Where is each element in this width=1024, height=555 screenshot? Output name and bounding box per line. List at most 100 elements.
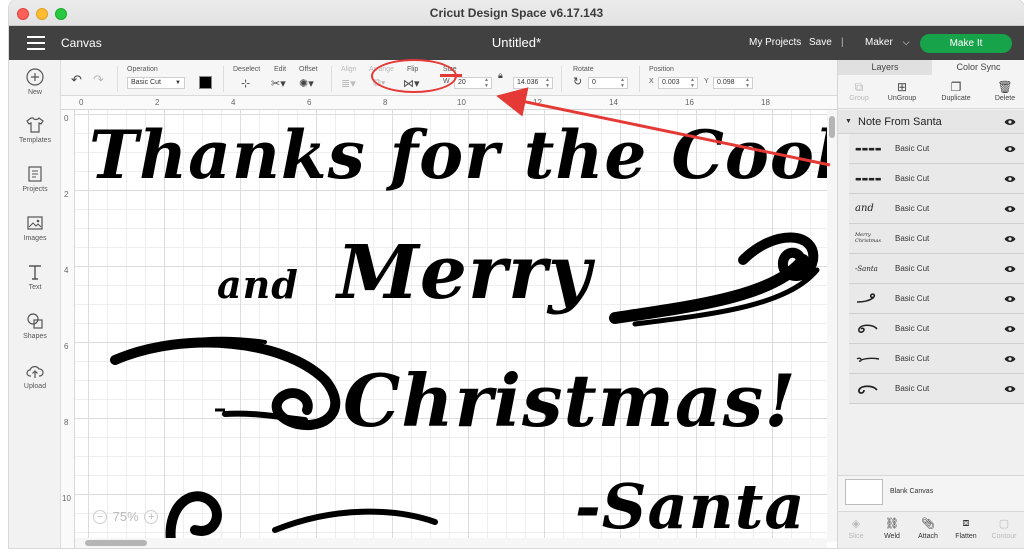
sidebar-item-shapes[interactable]: Shapes bbox=[9, 312, 61, 340]
layer-row[interactable]: and Basic Cut bbox=[849, 194, 1024, 224]
spinner-icon[interactable]: ▲ ▼ bbox=[545, 77, 550, 89]
position-x-input[interactable]: 0.003 ▲ ▼ bbox=[658, 77, 698, 89]
align-icon[interactable]: ≣▾ bbox=[341, 77, 356, 90]
zoom-in-button[interactable]: + bbox=[144, 509, 159, 524]
layer-thumbnail: -Santa bbox=[855, 265, 878, 273]
caret-down-icon[interactable]: ▼ bbox=[845, 118, 852, 125]
plus-circle-icon bbox=[26, 68, 44, 86]
spinner-icon[interactable]: ▲ ▼ bbox=[745, 77, 750, 89]
blank-canvas-row[interactable]: Blank Canvas bbox=[838, 475, 1024, 511]
eye-icon[interactable] bbox=[1004, 265, 1016, 273]
scrollbar-thumb[interactable] bbox=[829, 116, 835, 138]
zoom-out-button[interactable]: − bbox=[93, 509, 107, 524]
layer-row[interactable]: Basic Cut bbox=[849, 374, 1024, 404]
group-label: Group bbox=[849, 95, 869, 102]
sidebar-item-new[interactable]: New bbox=[9, 68, 61, 96]
color-swatch[interactable] bbox=[199, 76, 212, 89]
ungroup-button[interactable]: ⊞ UnGroup bbox=[882, 80, 922, 102]
height-value: 14.036 bbox=[517, 79, 539, 86]
vertical-scrollbar[interactable] bbox=[827, 110, 837, 542]
duplicate-button[interactable]: ❐ Duplicate bbox=[936, 80, 976, 102]
scrollbar-thumb[interactable] bbox=[85, 540, 147, 546]
width-input[interactable]: 20 ▲ ▼ bbox=[454, 77, 492, 89]
layer-row[interactable]: ▬▬▬▬▬ Basic Cut bbox=[849, 134, 1024, 164]
align-label: Align bbox=[341, 66, 357, 73]
eye-icon[interactable] bbox=[1004, 385, 1016, 393]
attach-button[interactable]: 📎︎ Attach bbox=[910, 517, 946, 540]
tab-color-sync[interactable]: Color Sync bbox=[932, 60, 1024, 75]
offset-icon[interactable]: ✺▾ bbox=[299, 77, 314, 90]
spinner-icon[interactable]: ▲ ▼ bbox=[484, 77, 489, 89]
layer-name: Basic Cut bbox=[895, 144, 930, 153]
edit-toolbar: ↶ ↷ Operation Basic Cut ▼ Deselect ⊹ Edi… bbox=[61, 60, 837, 96]
swirl-thumbnail-icon bbox=[856, 293, 876, 303]
ruler-mark: 12 bbox=[533, 98, 542, 107]
toolbar-divider bbox=[561, 66, 562, 92]
operation-label: Operation bbox=[127, 66, 158, 73]
undo-icon[interactable]: ↶ bbox=[71, 72, 82, 88]
design-canvas[interactable]: Thanks for the Cookies and Merry Christm… bbox=[75, 110, 827, 542]
machine-selector[interactable]: Maker ⌵ bbox=[865, 37, 910, 48]
position-label: Position bbox=[649, 66, 674, 73]
tab-layers[interactable]: Layers bbox=[838, 60, 932, 75]
height-input[interactable]: 14.036 ▲ ▼ bbox=[513, 77, 553, 89]
ruler-mark: 18 bbox=[761, 98, 770, 107]
sidebar-item-text[interactable]: Text bbox=[9, 263, 61, 291]
arrange-icon[interactable]: ⧉▾ bbox=[373, 77, 385, 90]
eye-icon[interactable] bbox=[1004, 118, 1016, 126]
make-it-button[interactable]: Make It bbox=[920, 34, 1012, 53]
group-name: Note From Santa bbox=[858, 116, 942, 128]
eye-icon[interactable] bbox=[1004, 355, 1016, 363]
eye-icon[interactable] bbox=[1004, 235, 1016, 243]
delete-button[interactable]: 🗑︎ Delete bbox=[988, 80, 1022, 102]
flip-label: Flip bbox=[407, 66, 419, 73]
swirl-thumbnail-icon bbox=[858, 385, 878, 394]
flatten-button[interactable]: ⧈ Flatten bbox=[948, 517, 984, 540]
layer-group-header[interactable]: ▼ Note From Santa bbox=[838, 110, 1024, 134]
sidebar-item-templates[interactable]: Templates bbox=[9, 116, 61, 144]
deselect-icon[interactable]: ⊹ bbox=[241, 77, 250, 90]
eye-icon[interactable] bbox=[1004, 145, 1016, 153]
delete-label: Delete bbox=[994, 95, 1016, 102]
layer-name: Basic Cut bbox=[895, 354, 930, 363]
weld-button[interactable]: ⛓︎ Weld bbox=[874, 517, 910, 540]
app-window: Cricut Design Space v6.17.143 Canvas Unt… bbox=[9, 0, 1024, 548]
spinner-icon[interactable]: ▲ ▼ bbox=[620, 77, 625, 89]
contour-icon: ▢ bbox=[998, 518, 1010, 530]
scissors-icon[interactable]: ✂▾ bbox=[271, 77, 286, 90]
layer-row[interactable]: Merry Christmas Basic Cut bbox=[849, 224, 1024, 254]
group-icon: ⧉ bbox=[854, 80, 864, 94]
sidebar-item-images[interactable]: Images bbox=[9, 214, 61, 242]
slice-button[interactable]: ◈ Slice bbox=[838, 517, 874, 540]
eye-icon[interactable] bbox=[1004, 175, 1016, 183]
shapes-icon bbox=[27, 313, 43, 329]
eye-icon[interactable] bbox=[1004, 325, 1016, 333]
lock-icon[interactable]: 🔒︎ bbox=[498, 70, 503, 81]
menu-icon[interactable] bbox=[27, 36, 45, 50]
window-title: Cricut Design Space v6.17.143 bbox=[429, 6, 604, 20]
layer-row[interactable]: -Santa Basic Cut bbox=[849, 254, 1024, 284]
spinner-icon[interactable]: ▲ ▼ bbox=[690, 77, 695, 89]
layer-row[interactable]: Basic Cut bbox=[849, 344, 1024, 374]
rotate-input[interactable]: 0 ▲ ▼ bbox=[588, 77, 628, 89]
layer-row[interactable]: Basic Cut bbox=[849, 314, 1024, 344]
my-projects-link[interactable]: My Projects bbox=[749, 37, 801, 48]
layer-row[interactable]: Basic Cut bbox=[849, 284, 1024, 314]
sidebar-item-projects[interactable]: Projects bbox=[9, 165, 61, 193]
flip-icon[interactable]: ⋈▾ bbox=[403, 77, 420, 90]
layer-thumbnail: and bbox=[855, 203, 874, 214]
layer-row[interactable]: ▬▬▬▬▬ Basic Cut bbox=[849, 164, 1024, 194]
position-y-input[interactable]: 0.098 ▲ ▼ bbox=[713, 77, 753, 89]
contour-button[interactable]: ▢ Contour bbox=[986, 517, 1022, 540]
sidebar-item-upload[interactable]: Upload bbox=[9, 362, 61, 390]
horizontal-scrollbar[interactable] bbox=[75, 538, 827, 548]
save-link[interactable]: Save bbox=[809, 37, 832, 48]
redo-icon[interactable]: ↷ bbox=[93, 72, 104, 88]
eye-icon[interactable] bbox=[1004, 295, 1016, 303]
swirl-flourishes[interactable] bbox=[75, 110, 827, 542]
group-button[interactable]: ⧉ Group bbox=[842, 80, 876, 102]
toolbar-divider bbox=[639, 66, 640, 92]
layer-thumbnail: Merry Christmas bbox=[855, 232, 881, 244]
eye-icon[interactable] bbox=[1004, 205, 1016, 213]
operation-select[interactable]: Basic Cut ▼ bbox=[127, 77, 185, 89]
